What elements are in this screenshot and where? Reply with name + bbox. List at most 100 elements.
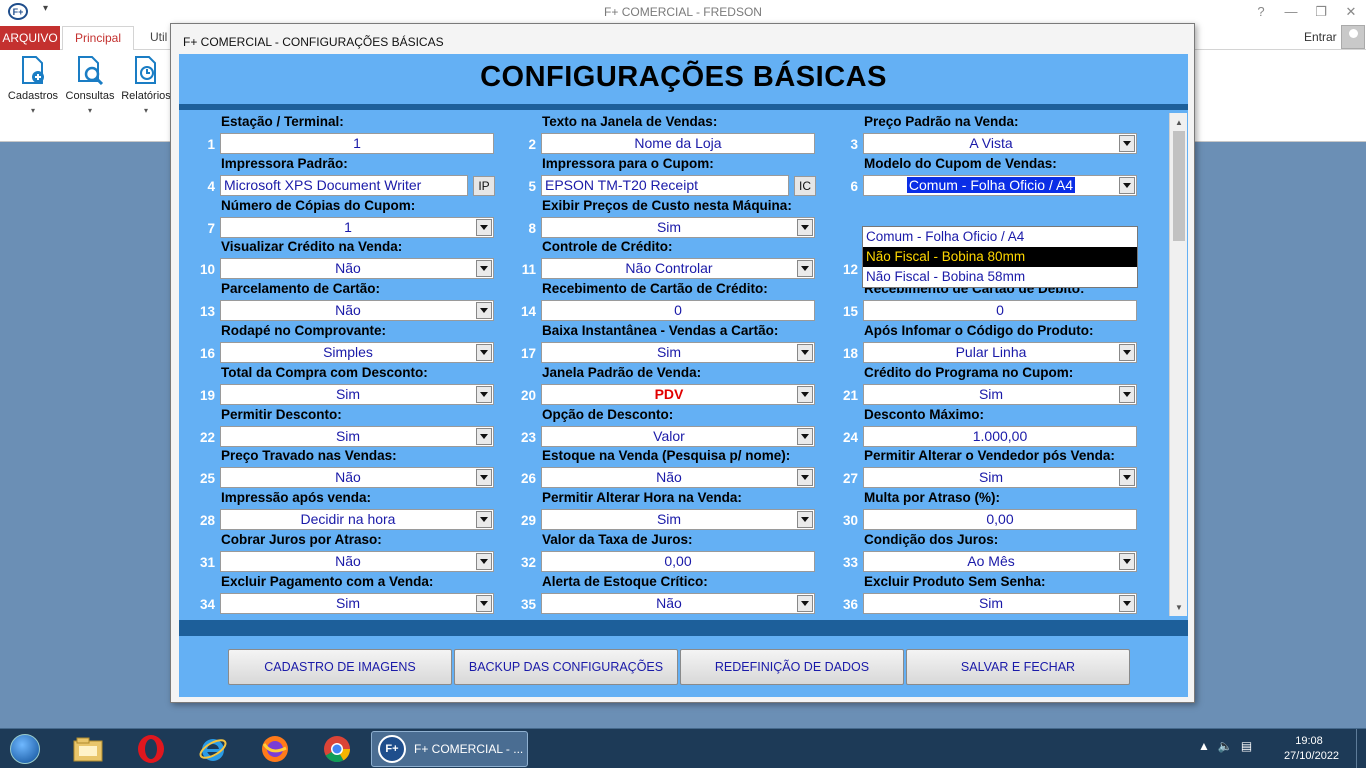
text-input[interactable]: 0 xyxy=(541,300,815,321)
select-field[interactable]: Pular Linha xyxy=(863,342,1137,363)
printer-select-button[interactable]: IP xyxy=(473,176,495,196)
field-value: 0 xyxy=(996,302,1004,318)
select-field[interactable]: Sim xyxy=(541,509,815,530)
volume-icon[interactable]: 🔈 xyxy=(1218,739,1233,753)
chevron-down-icon[interactable] xyxy=(476,386,492,403)
firefox-icon[interactable] xyxy=(259,733,291,765)
redefinicao-dados-button[interactable]: REDEFINIÇÃO DE DADOS xyxy=(680,649,904,685)
tab-arquivo[interactable]: ARQUIVO xyxy=(0,26,60,50)
opera-icon[interactable] xyxy=(135,733,167,765)
scroll-thumb[interactable] xyxy=(1173,131,1185,241)
avatar[interactable] xyxy=(1341,25,1365,49)
select-field[interactable]: Não xyxy=(220,467,494,488)
text-input[interactable]: 0,00 xyxy=(863,509,1137,530)
chevron-down-icon[interactable] xyxy=(1119,553,1135,570)
minimize-icon[interactable]: — xyxy=(1276,0,1306,24)
entrar-link[interactable]: Entrar xyxy=(1304,30,1337,44)
select-field[interactable]: Não xyxy=(220,551,494,572)
consultas-button[interactable]: Consultas ▾ xyxy=(62,54,118,115)
select-field[interactable]: 1 xyxy=(220,217,494,238)
chevron-down-icon[interactable] xyxy=(797,260,813,277)
text-input[interactable]: EPSON TM-T20 Receipt xyxy=(541,175,789,196)
scroll-up-icon[interactable]: ▲ xyxy=(1171,114,1187,130)
chevron-down-icon[interactable] xyxy=(797,428,813,445)
select-field[interactable]: Valor xyxy=(541,426,815,447)
field-number: 19 xyxy=(199,388,215,403)
text-input[interactable]: 1 xyxy=(220,133,494,154)
show-hidden-icons-icon[interactable]: ▲ xyxy=(1198,739,1210,753)
chevron-down-icon[interactable] xyxy=(476,302,492,319)
select-field[interactable]: Não Controlar xyxy=(541,258,815,279)
salvar-fechar-button[interactable]: SALVAR E FECHAR xyxy=(906,649,1130,685)
show-desktop-button[interactable] xyxy=(1356,729,1366,768)
text-input[interactable]: 1.000,00 xyxy=(863,426,1137,447)
chevron-down-icon[interactable] xyxy=(476,428,492,445)
chevron-down-icon[interactable] xyxy=(476,344,492,361)
select-field[interactable]: Sim xyxy=(220,593,494,614)
network-icon[interactable]: ▤ xyxy=(1241,739,1252,753)
text-input[interactable]: 0,00 xyxy=(541,551,815,572)
select-field[interactable]: Não xyxy=(541,593,815,614)
close-icon[interactable]: ✕ xyxy=(1336,0,1366,24)
chevron-down-icon[interactable] xyxy=(1119,135,1135,152)
clock[interactable]: 19:08 27/10/2022 xyxy=(1284,734,1339,764)
chevron-down-icon[interactable] xyxy=(476,511,492,528)
select-field[interactable]: Sim xyxy=(863,593,1137,614)
consultas-icon xyxy=(76,54,104,86)
taskbar-app-fcomercial[interactable]: F+ F+ COMERCIAL - ... xyxy=(371,731,528,767)
backup-configuracoes-button[interactable]: BACKUP DAS CONFIGURAÇÕES xyxy=(454,649,678,685)
printer-select-button[interactable]: IC xyxy=(794,176,816,196)
chevron-down-icon[interactable] xyxy=(1119,595,1135,612)
chrome-icon[interactable] xyxy=(321,733,353,765)
select-field[interactable]: Sim xyxy=(863,384,1137,405)
select-field[interactable]: Sim xyxy=(220,426,494,447)
internet-explorer-icon[interactable] xyxy=(197,733,229,765)
chevron-down-icon[interactable] xyxy=(797,595,813,612)
field-label: Desconto Máximo: xyxy=(864,407,985,422)
relatorios-button[interactable]: Relatórios ▾ xyxy=(119,54,173,115)
chevron-down-icon[interactable] xyxy=(476,595,492,612)
help-icon[interactable]: ? xyxy=(1246,0,1276,24)
vertical-scrollbar[interactable]: ▲ ▼ xyxy=(1169,113,1187,616)
select-field[interactable]: Ao Mês xyxy=(863,551,1137,572)
chevron-down-icon[interactable] xyxy=(476,260,492,277)
chevron-down-icon[interactable] xyxy=(476,553,492,570)
tab-principal[interactable]: Principal xyxy=(62,26,134,51)
chevron-down-icon[interactable] xyxy=(1119,386,1135,403)
select-field[interactable]: Sim xyxy=(541,342,815,363)
cadastros-button[interactable]: Cadastros ▾ xyxy=(5,54,61,115)
chevron-down-icon[interactable] xyxy=(1119,344,1135,361)
restore-icon[interactable]: ❐ xyxy=(1306,0,1336,24)
select-field[interactable]: Sim xyxy=(541,217,815,238)
explorer-icon[interactable] xyxy=(72,733,104,765)
select-field[interactable]: Não xyxy=(220,300,494,321)
tab-util[interactable]: Util xyxy=(150,30,167,44)
chevron-down-icon[interactable] xyxy=(476,219,492,236)
text-input[interactable]: Microsoft XPS Document Writer xyxy=(220,175,468,196)
select-field[interactable]: PDV xyxy=(541,384,815,405)
chevron-down-icon[interactable] xyxy=(1119,177,1135,194)
chevron-down-icon[interactable] xyxy=(797,469,813,486)
select-field[interactable]: Decidir na hora xyxy=(220,509,494,530)
chevron-down-icon[interactable] xyxy=(1119,469,1135,486)
chevron-down-icon[interactable] xyxy=(797,386,813,403)
dropdown-option[interactable]: Não Fiscal - Bobina 80mm xyxy=(863,247,1137,267)
select-field[interactable]: Simples xyxy=(220,342,494,363)
select-field[interactable]: Não xyxy=(220,258,494,279)
select-field[interactable]: A Vista xyxy=(863,133,1137,154)
text-input[interactable]: 0 xyxy=(863,300,1137,321)
chevron-down-icon[interactable] xyxy=(476,469,492,486)
dropdown-option[interactable]: Comum - Folha Oficio / A4 xyxy=(863,227,1137,247)
select-field[interactable]: Comum - Folha Oficio / A4 xyxy=(863,175,1137,196)
chevron-down-icon[interactable] xyxy=(797,219,813,236)
chevron-down-icon[interactable] xyxy=(797,511,813,528)
cadastro-imagens-button[interactable]: CADASTRO DE IMAGENS xyxy=(228,649,452,685)
chevron-down-icon[interactable] xyxy=(797,344,813,361)
select-field[interactable]: Sim xyxy=(220,384,494,405)
select-field[interactable]: Sim xyxy=(863,467,1137,488)
scroll-down-icon[interactable]: ▼ xyxy=(1171,599,1187,615)
start-button[interactable] xyxy=(5,732,45,766)
text-input[interactable]: Nome da Loja xyxy=(541,133,815,154)
dropdown-option[interactable]: Não Fiscal - Bobina 58mm xyxy=(863,267,1137,287)
select-field[interactable]: Não xyxy=(541,467,815,488)
